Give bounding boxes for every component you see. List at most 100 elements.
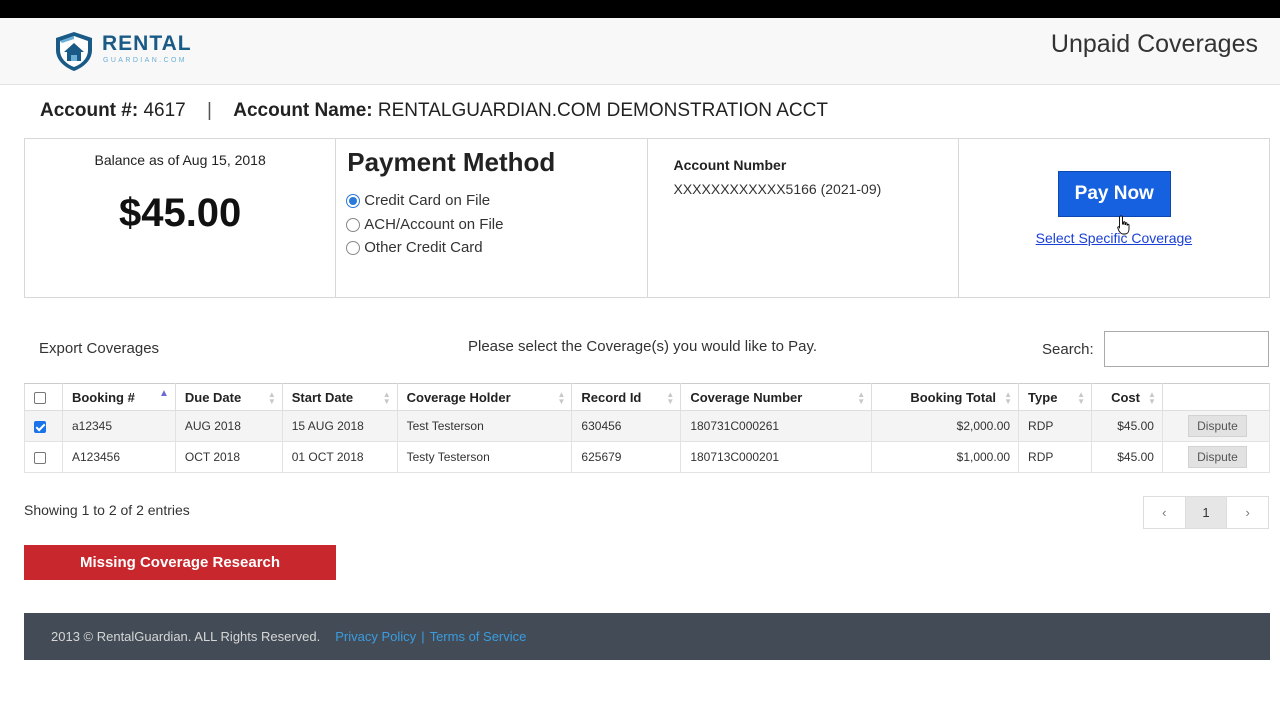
col-header-cost[interactable]: Cost ▲ ▼ — [1090, 383, 1163, 411]
cell-coverage-number: 180713C000201 — [680, 441, 873, 473]
cell-start-date: 15 AUG 2018 — [281, 410, 398, 442]
balance-amount: $45.00 — [118, 191, 242, 235]
terms-of-service-link[interactable]: Terms of Service — [430, 629, 527, 644]
pagination: ‹ 1 › — [1143, 496, 1269, 529]
column-label: Booking # — [71, 389, 135, 405]
dispute-button[interactable]: Dispute — [1188, 446, 1247, 468]
search-label: Search: — [1042, 341, 1094, 358]
export-coverages-link[interactable]: Export Coverages — [39, 340, 159, 357]
masked-card-number: XXXXXXXXXXXX5166 (2021-09) — [673, 181, 882, 197]
column-label: Cost — [1111, 389, 1140, 405]
col-header-record-id[interactable]: Record Id ▲ ▼ — [571, 383, 682, 411]
pay-now-button[interactable]: Pay Now — [1057, 171, 1171, 217]
search-input[interactable] — [1104, 331, 1269, 367]
page-title: Unpaid Coverages — [1050, 30, 1258, 58]
col-header-start-date[interactable]: Start Date ▲ ▼ — [281, 383, 398, 411]
radio-other-credit-card[interactable]: Other Credit Card — [346, 239, 483, 256]
page-1-button[interactable]: 1 — [1185, 497, 1228, 528]
sort-icon: ▲ ▼ — [857, 390, 866, 406]
payment-method-cell: Payment Method Credit Card on File ACH/A… — [336, 139, 648, 297]
account-name-label: Account Name: — [233, 100, 373, 121]
cell-booking: a12345 — [61, 410, 176, 442]
account-number-heading: Account Number — [673, 157, 787, 173]
col-header-type[interactable]: Type ▲ ▼ — [1018, 383, 1092, 411]
footer-copyright: 2013 © RentalGuardian. ALL Rights Reserv… — [51, 629, 321, 644]
cell-cost: $45.00 — [1090, 410, 1163, 442]
coverages-table: Booking # ▲ Due Date ▲ ▼ Start Date ▲ ▼ Cover… — [24, 383, 1271, 473]
cell-due-date: OCT 2018 — [174, 441, 283, 473]
select-specific-coverage-link[interactable]: Select Specific Coverage — [959, 230, 1269, 246]
instruction-text: Please select the Coverage(s) you would … — [468, 338, 818, 355]
col-header-due-date[interactable]: Due Date ▲ ▼ — [174, 383, 283, 411]
account-info-line: Account #: 4617 | Account Name: RENTALGU… — [40, 100, 828, 122]
column-label: Record Id — [581, 389, 642, 405]
sort-icon: ▲ ▼ — [557, 390, 566, 406]
cell-cost: $45.00 — [1090, 441, 1163, 473]
balance-label: Balance as of Aug 15, 2018 — [94, 152, 266, 168]
radio-button[interactable] — [346, 240, 361, 255]
cell-type: RDP — [1018, 441, 1092, 473]
top-black-bar — [0, 0, 1280, 18]
actions-cell: Pay Now Select Specific Coverage — [959, 139, 1269, 297]
cell-coverage-number: 180731C000261 — [680, 410, 873, 442]
account-number-label: Account #: — [40, 100, 139, 121]
cell-booking: A123456 — [61, 441, 176, 473]
cell-booking-total: $2,000.00 — [871, 410, 1020, 442]
balance-cell: Balance as of Aug 15, 2018 $45.00 — [25, 139, 337, 297]
account-name-value: RENTALGUARDIAN.COM DEMONSTRATION ACCT — [377, 100, 828, 121]
account-number-cell: Account Number XXXXXXXXXXXX5166 (2021-09… — [648, 139, 959, 297]
select-all-checkbox[interactable] — [34, 392, 46, 405]
radio-label: Other Credit Card — [364, 239, 483, 256]
cell-coverage-holder: Testy Testerson — [396, 441, 573, 473]
prev-page-button[interactable]: ‹ — [1144, 497, 1186, 528]
radio-label: Credit Card on File — [364, 192, 491, 209]
sort-icon: ▲ ▼ — [1004, 390, 1013, 406]
dispute-button[interactable]: Dispute — [1188, 415, 1247, 437]
next-page-button[interactable]: › — [1227, 497, 1268, 528]
account-separator: | — [207, 100, 212, 121]
column-label: Booking Total — [910, 389, 997, 405]
column-label: Due Date — [184, 389, 242, 405]
cell-coverage-holder: Test Testerson — [396, 410, 573, 442]
logo-text: RENTAL — [102, 32, 192, 55]
logo-subtext: GUARDIAN.COM — [103, 57, 188, 64]
cell-type: RDP — [1018, 410, 1092, 442]
cell-record-id: 630456 — [571, 410, 682, 442]
cell-booking-total: $1,000.00 — [871, 441, 1020, 473]
logo[interactable]: RENTAL GUARDIAN.COM — [52, 30, 202, 74]
sort-icon: ▲ ▼ — [267, 390, 276, 406]
col-header-booking-total[interactable]: Booking Total ▲ ▼ — [871, 383, 1020, 411]
radio-credit-card-on-file[interactable]: Credit Card on File — [346, 192, 490, 209]
radio-label: ACH/Account on File — [364, 216, 504, 233]
privacy-policy-link[interactable]: Privacy Policy — [335, 629, 416, 644]
account-number-value: 4617 — [143, 100, 186, 121]
col-header-coverage-number[interactable]: Coverage Number ▲ ▼ — [680, 383, 873, 411]
sort-icon: ▲ ▼ — [1077, 390, 1085, 406]
cell-action: Dispute — [1161, 410, 1271, 442]
row-checkbox[interactable] — [34, 451, 46, 464]
cell-start-date: 01 OCT 2018 — [281, 441, 398, 473]
sort-icon: ▲ ▼ — [1148, 390, 1156, 406]
column-label: Start Date — [291, 389, 354, 405]
missing-coverage-research-button[interactable]: Missing Coverage Research — [24, 545, 336, 580]
table-row[interactable]: A123456 OCT 2018 01 OCT 2018 Testy Teste… — [24, 441, 1271, 473]
col-header-action — [1161, 383, 1271, 411]
col-header-coverage-holder[interactable]: Coverage Holder ▲ ▼ — [396, 383, 573, 411]
row-checkbox-checked[interactable] — [34, 420, 46, 433]
shield-house-icon — [56, 32, 92, 71]
radio-button[interactable] — [346, 217, 361, 232]
cell-due-date: AUG 2018 — [174, 410, 283, 442]
col-header-booking[interactable]: Booking # ▲ — [61, 383, 176, 411]
column-label: Type — [1028, 389, 1058, 405]
select-all-header — [24, 383, 63, 411]
payment-method-title: Payment Method — [347, 147, 556, 177]
radio-ach-account-on-file[interactable]: ACH/Account on File — [346, 216, 503, 233]
footer: 2013 © RentalGuardian. ALL Rights Reserv… — [24, 613, 1270, 660]
table-row[interactable]: a12345 AUG 2018 15 AUG 2018 Test Testers… — [24, 410, 1271, 442]
cell-record-id: 625679 — [571, 441, 682, 473]
cell-action: Dispute — [1161, 441, 1271, 473]
column-label: Coverage Number — [690, 389, 803, 405]
sort-icon: ▲ ▼ — [666, 390, 675, 406]
payment-panel: Balance as of Aug 15, 2018 $45.00 Paymen… — [24, 138, 1270, 298]
radio-button-selected[interactable] — [346, 193, 361, 208]
